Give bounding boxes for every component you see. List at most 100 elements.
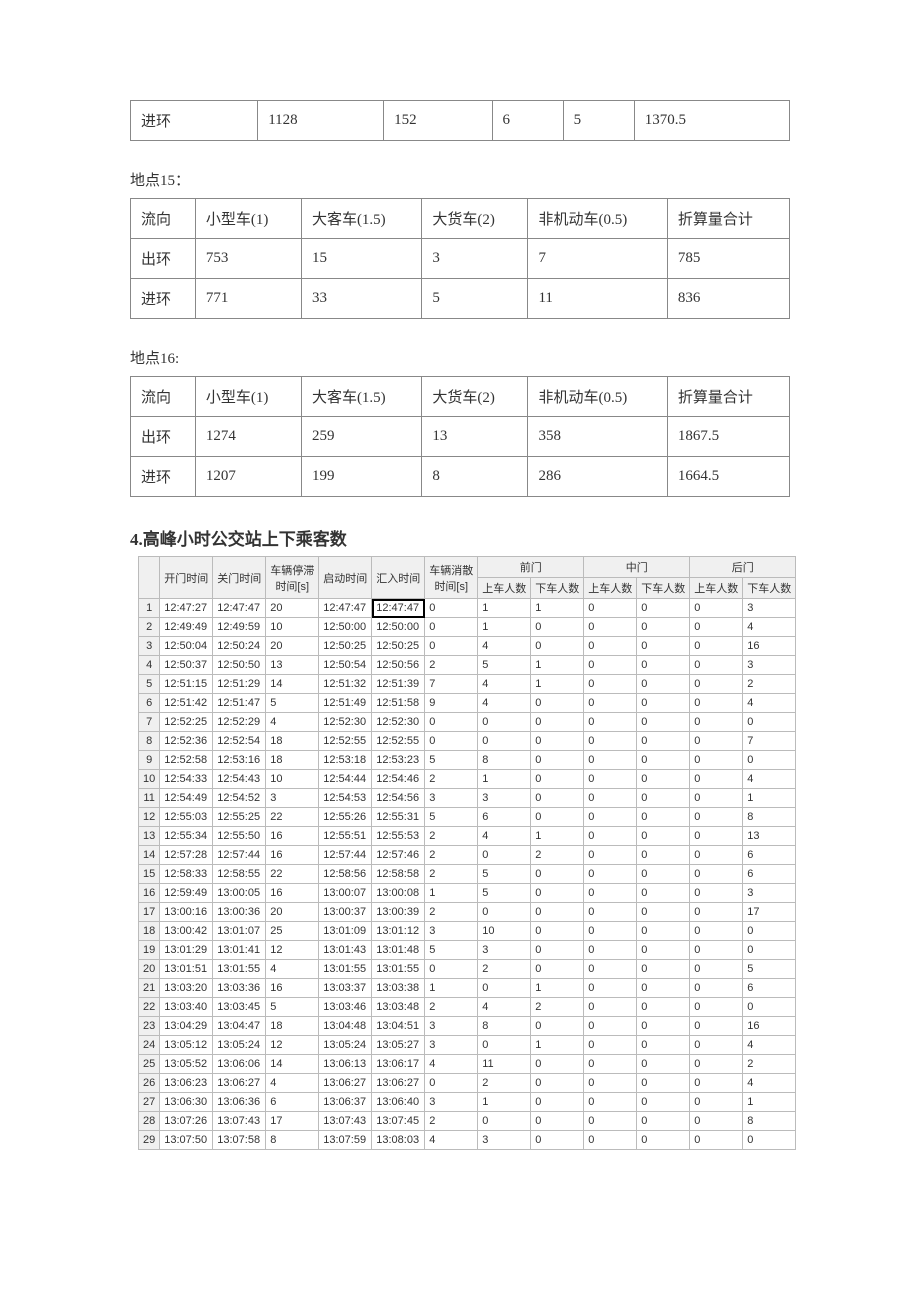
bus-cell[interactable]: 1 xyxy=(531,675,584,694)
bus-cell[interactable]: 4 xyxy=(478,998,531,1017)
bus-cell[interactable]: 2 xyxy=(478,960,531,979)
bus-cell[interactable]: 0 xyxy=(478,713,531,732)
bus-cell[interactable]: 13:03:40 xyxy=(160,998,213,1017)
bus-cell[interactable]: 0 xyxy=(584,770,637,789)
bus-cell[interactable]: 12:50:25 xyxy=(372,637,425,656)
bus-cell[interactable]: 0 xyxy=(690,751,743,770)
bus-cell[interactable]: 0 xyxy=(637,1017,690,1036)
bus-cell[interactable]: 8 xyxy=(743,808,796,827)
bus-cell[interactable]: 3 xyxy=(743,884,796,903)
bus-cell[interactable]: 20 xyxy=(266,903,319,922)
bus-cell[interactable]: 16 xyxy=(266,846,319,865)
bus-cell[interactable]: 12:59:49 xyxy=(160,884,213,903)
bus-cell[interactable]: 8 xyxy=(266,1131,319,1150)
bus-cell[interactable]: 0 xyxy=(690,808,743,827)
bus-cell[interactable]: 4 xyxy=(743,1074,796,1093)
bus-cell[interactable]: 0 xyxy=(690,675,743,694)
bus-cell[interactable]: 12:50:25 xyxy=(319,637,372,656)
bus-cell[interactable]: 0 xyxy=(478,846,531,865)
bus-cell[interactable]: 0 xyxy=(531,1074,584,1093)
bus-cell[interactable]: 13:01:12 xyxy=(372,922,425,941)
bus-cell[interactable]: 3 xyxy=(425,789,478,808)
bus-cell[interactable]: 0 xyxy=(690,713,743,732)
bus-cell[interactable]: 12:52:29 xyxy=(213,713,266,732)
bus-cell[interactable]: 0 xyxy=(584,922,637,941)
bus-cell[interactable]: 0 xyxy=(637,732,690,751)
bus-cell[interactable]: 0 xyxy=(584,1017,637,1036)
bus-cell[interactable]: 0 xyxy=(531,618,584,637)
bus-cell[interactable]: 13:00:05 xyxy=(213,884,266,903)
bus-cell[interactable]: 0 xyxy=(531,1131,584,1150)
bus-cell[interactable]: 0 xyxy=(690,1112,743,1131)
bus-cell[interactable]: 0 xyxy=(584,884,637,903)
bus-cell[interactable]: 4 xyxy=(478,827,531,846)
bus-cell[interactable]: 13:03:38 xyxy=(372,979,425,998)
bus-cell[interactable]: 1 xyxy=(743,789,796,808)
bus-cell[interactable]: 0 xyxy=(637,1036,690,1055)
bus-cell[interactable]: 0 xyxy=(478,1112,531,1131)
bus-cell[interactable]: 0 xyxy=(425,713,478,732)
bus-cell[interactable]: 12:53:23 xyxy=(372,751,425,770)
bus-cell[interactable]: 0 xyxy=(690,998,743,1017)
bus-cell[interactable]: 12:54:43 xyxy=(213,770,266,789)
bus-cell[interactable]: 13 xyxy=(743,827,796,846)
bus-cell[interactable]: 13:06:17 xyxy=(372,1055,425,1074)
bus-cell[interactable]: 0 xyxy=(690,1036,743,1055)
bus-cell[interactable]: 12:55:34 xyxy=(160,827,213,846)
bus-cell[interactable]: 5 xyxy=(743,960,796,979)
bus-cell[interactable]: 17 xyxy=(743,903,796,922)
bus-cell[interactable]: 0 xyxy=(743,998,796,1017)
bus-cell[interactable]: 0 xyxy=(531,1112,584,1131)
bus-cell[interactable]: 12:54:53 xyxy=(319,789,372,808)
bus-cell[interactable]: 12:50:00 xyxy=(372,618,425,637)
bus-cell[interactable]: 12:58:58 xyxy=(372,865,425,884)
bus-cell[interactable]: 12:47:47 xyxy=(372,599,425,618)
bus-cell[interactable]: 1 xyxy=(531,827,584,846)
bus-cell[interactable]: 0 xyxy=(637,656,690,675)
bus-cell[interactable]: 18 xyxy=(266,751,319,770)
bus-cell[interactable]: 12:52:36 xyxy=(160,732,213,751)
bus-cell[interactable]: 12:52:55 xyxy=(372,732,425,751)
bus-cell[interactable]: 18 xyxy=(266,1017,319,1036)
bus-cell[interactable]: 0 xyxy=(637,1074,690,1093)
bus-cell[interactable]: 0 xyxy=(637,979,690,998)
bus-cell[interactable]: 0 xyxy=(531,751,584,770)
bus-cell[interactable]: 12:47:47 xyxy=(319,599,372,618)
bus-cell[interactable]: 11 xyxy=(478,1055,531,1074)
bus-cell[interactable]: 0 xyxy=(584,998,637,1017)
bus-cell[interactable]: 13:06:27 xyxy=(319,1074,372,1093)
bus-cell[interactable]: 6 xyxy=(478,808,531,827)
bus-cell[interactable]: 0 xyxy=(637,846,690,865)
bus-cell[interactable]: 3 xyxy=(425,1093,478,1112)
bus-cell[interactable]: 0 xyxy=(743,941,796,960)
bus-cell[interactable]: 0 xyxy=(584,675,637,694)
bus-cell[interactable]: 16 xyxy=(743,637,796,656)
bus-cell[interactable]: 1 xyxy=(478,599,531,618)
bus-cell[interactable]: 13:00:37 xyxy=(319,903,372,922)
bus-cell[interactable]: 5 xyxy=(478,656,531,675)
bus-cell[interactable]: 13:06:36 xyxy=(213,1093,266,1112)
bus-cell[interactable]: 4 xyxy=(478,694,531,713)
bus-cell[interactable]: 12:51:49 xyxy=(319,694,372,713)
bus-cell[interactable]: 13:01:55 xyxy=(319,960,372,979)
bus-cell[interactable]: 3 xyxy=(266,789,319,808)
bus-cell[interactable]: 0 xyxy=(531,865,584,884)
bus-cell[interactable]: 9 xyxy=(425,694,478,713)
bus-cell[interactable]: 3 xyxy=(425,922,478,941)
bus-cell[interactable]: 0 xyxy=(637,618,690,637)
bus-cell[interactable]: 13:06:37 xyxy=(319,1093,372,1112)
bus-cell[interactable]: 0 xyxy=(690,846,743,865)
bus-cell[interactable]: 12:55:50 xyxy=(213,827,266,846)
bus-cell[interactable]: 3 xyxy=(425,1036,478,1055)
bus-cell[interactable]: 2 xyxy=(743,675,796,694)
bus-cell[interactable]: 16 xyxy=(266,827,319,846)
bus-cell[interactable]: 0 xyxy=(584,732,637,751)
bus-cell[interactable]: 8 xyxy=(478,1017,531,1036)
bus-cell[interactable]: 12:54:56 xyxy=(372,789,425,808)
bus-cell[interactable]: 13:01:29 xyxy=(160,941,213,960)
bus-cell[interactable]: 13 xyxy=(266,656,319,675)
bus-cell[interactable]: 5 xyxy=(425,941,478,960)
bus-cell[interactable]: 0 xyxy=(690,694,743,713)
bus-cell[interactable]: 0 xyxy=(531,960,584,979)
bus-cell[interactable]: 13:03:36 xyxy=(213,979,266,998)
